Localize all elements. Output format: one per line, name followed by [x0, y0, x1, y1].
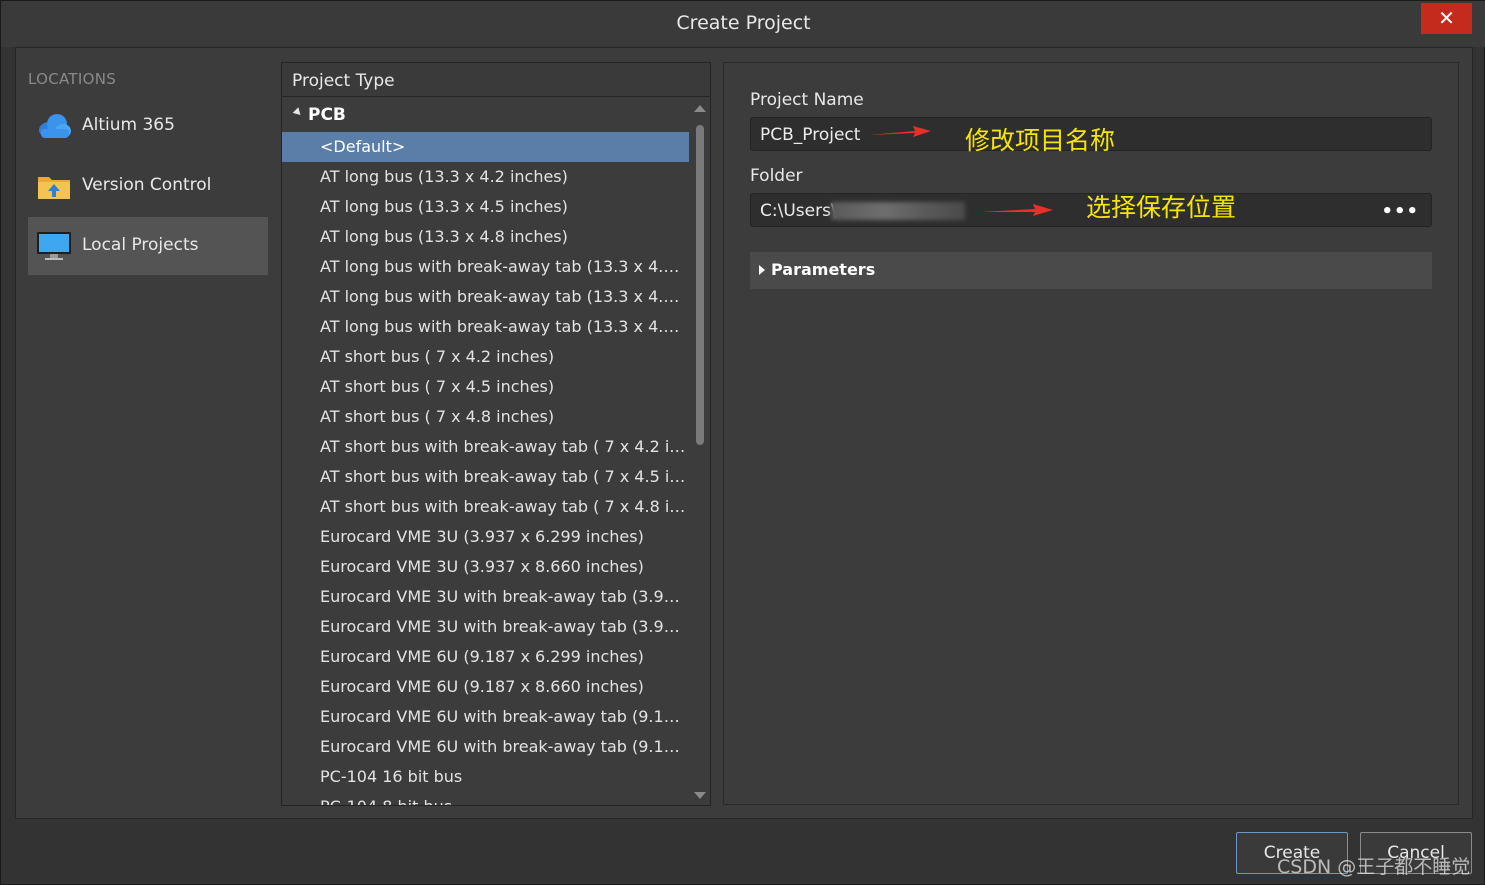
- project-type-item[interactable]: AT short bus with break-away tab ( 7 x 4…: [282, 492, 689, 522]
- project-type-item[interactable]: Eurocard VME 3U with break-away tab (3.9…: [282, 612, 689, 642]
- folder-label: Folder: [750, 166, 803, 186]
- scroll-up-icon[interactable]: [694, 105, 706, 112]
- annotation-rename-note: 修改项目名称: [965, 126, 1116, 155]
- locations-heading: LOCATIONS: [28, 70, 117, 88]
- location-version-control[interactable]: Version Control: [28, 157, 268, 215]
- project-type-item-label: Eurocard VME 3U with break-away tab (3.9…: [320, 587, 688, 606]
- annotation-arrow-icon: [869, 126, 931, 137]
- project-type-item-label: AT short bus with break-away tab ( 7 x 4…: [320, 467, 688, 486]
- project-type-item-label: AT long bus with break-away tab (13.3 x …: [320, 317, 688, 336]
- project-type-item-label: AT long bus (13.3 x 4.2 inches): [320, 167, 568, 186]
- project-type-item[interactable]: AT long bus with break-away tab (13.3 x …: [282, 252, 689, 282]
- project-type-item-label: AT short bus ( 7 x 4.8 inches): [320, 407, 555, 426]
- project-type-list: PCB <Default> AT long bus (13.3 x 4.2 inc…: [282, 99, 690, 805]
- project-type-item[interactable]: AT long bus with break-away tab (13.3 x …: [282, 282, 689, 312]
- project-type-item-label: Eurocard VME 6U with break-away tab (9.1…: [320, 707, 688, 726]
- project-type-item-label: <Default>: [320, 137, 406, 156]
- project-type-item[interactable]: Eurocard VME 6U with break-away tab (9.1…: [282, 732, 689, 762]
- project-type-item-label: AT short bus ( 7 x 4.5 inches): [320, 377, 555, 396]
- location-label: Altium 365: [82, 115, 175, 135]
- location-altium-365[interactable]: Altium 365: [28, 97, 268, 155]
- parameters-section-header[interactable]: Parameters: [750, 252, 1432, 289]
- dialog-title: Create Project: [676, 12, 811, 34]
- expand-triangle-icon[interactable]: [292, 107, 304, 118]
- annotation-arrow-icon: [981, 204, 1053, 216]
- project-type-panel: Project Type PCB <Default> AT long bus (1…: [281, 62, 711, 806]
- project-type-item[interactable]: AT short bus ( 7 x 4.8 inches): [282, 402, 689, 432]
- scroll-thumb[interactable]: [696, 125, 704, 445]
- project-type-item[interactable]: <Default>: [282, 132, 689, 162]
- project-type-item-label: AT long bus (13.3 x 4.8 inches): [320, 227, 568, 246]
- parameters-label: Parameters: [771, 260, 876, 279]
- project-type-item[interactable]: AT short bus with break-away tab ( 7 x 4…: [282, 462, 689, 492]
- project-type-item[interactable]: PC-104 8 bit bus: [282, 792, 689, 805]
- project-type-item[interactable]: Eurocard VME 3U with break-away tab (3.9…: [282, 582, 689, 612]
- project-type-item-label: Eurocard VME 6U (9.187 x 6.299 inches): [320, 647, 644, 666]
- expand-arrow-icon: [759, 265, 765, 275]
- project-type-item[interactable]: AT long bus with break-away tab (13.3 x …: [282, 312, 689, 342]
- tree-group-pcb[interactable]: PCB: [282, 99, 690, 131]
- title-bar: Create Project ✕: [1, 1, 1485, 47]
- project-type-item[interactable]: Eurocard VME 6U (9.187 x 8.660 inches): [282, 672, 689, 702]
- project-type-item-label: AT short bus ( 7 x 4.2 inches): [320, 347, 555, 366]
- project-type-item[interactable]: PC-104 16 bit bus: [282, 762, 689, 792]
- project-type-item-label: PC-104 16 bit bus: [320, 767, 463, 786]
- project-type-item-label: AT long bus with break-away tab (13.3 x …: [320, 287, 688, 306]
- project-type-item[interactable]: AT short bus ( 7 x 4.5 inches): [282, 372, 689, 402]
- project-type-item-label: AT long bus with break-away tab (13.3 x …: [320, 257, 688, 276]
- annotation-location-note: 选择保存位置: [1086, 193, 1237, 222]
- project-type-item[interactable]: Eurocard VME 6U (9.187 x 6.299 inches): [282, 642, 689, 672]
- project-type-item[interactable]: Eurocard VME 6U with break-away tab (9.1…: [282, 702, 689, 732]
- project-type-item-label: Eurocard VME 3U (3.937 x 8.660 inches): [320, 557, 644, 576]
- browse-folder-button[interactable]: •••: [1381, 201, 1419, 222]
- project-type-item-label: AT long bus (13.3 x 4.5 inches): [320, 197, 568, 216]
- project-type-item[interactable]: AT short bus with break-away tab ( 7 x 4…: [282, 432, 689, 462]
- folder-value: C:\Users\: [760, 201, 837, 221]
- project-type-item-label: PC-104 8 bit bus: [320, 797, 688, 805]
- location-label: Version Control: [82, 175, 212, 195]
- redaction-blur: [831, 202, 965, 220]
- scroll-down-icon[interactable]: [694, 792, 706, 799]
- project-type-item[interactable]: AT short bus ( 7 x 4.2 inches): [282, 342, 689, 372]
- project-type-item[interactable]: Eurocard VME 3U (3.937 x 8.660 inches): [282, 552, 689, 582]
- project-type-header: Project Type: [282, 63, 710, 97]
- vertical-scrollbar[interactable]: [692, 99, 710, 805]
- project-type-item-label: Eurocard VME 6U (9.187 x 8.660 inches): [320, 677, 644, 696]
- folder-upload-icon: [38, 177, 70, 199]
- monitor-icon: [37, 232, 71, 260]
- close-button[interactable]: ✕: [1421, 3, 1472, 34]
- location-label: Local Projects: [82, 235, 199, 255]
- project-name-label: Project Name: [750, 90, 864, 110]
- project-type-heading: Project Type: [292, 71, 395, 91]
- project-type-item-label: Eurocard VME 6U with break-away tab (9.1…: [320, 737, 688, 756]
- project-name-value: PCB_Project: [760, 125, 861, 145]
- create-project-dialog: Create Project ✕ LOCATIONS Altium 365 Ve…: [0, 0, 1485, 885]
- project-type-item[interactable]: AT long bus (13.3 x 4.5 inches): [282, 192, 689, 222]
- project-type-item[interactable]: Eurocard VME 3U (3.937 x 6.299 inches): [282, 522, 689, 552]
- project-type-item-label: AT short bus with break-away tab ( 7 x 4…: [320, 437, 688, 456]
- project-type-item-label: AT short bus with break-away tab ( 7 x 4…: [320, 497, 688, 516]
- watermark: CSDN @王子都不睡觉: [1277, 856, 1471, 878]
- project-type-item[interactable]: AT long bus (13.3 x 4.8 inches): [282, 222, 689, 252]
- project-details-panel: [723, 62, 1459, 805]
- group-label: PCB: [308, 105, 346, 125]
- cloud-icon: [39, 114, 71, 138]
- project-type-item[interactable]: AT long bus (13.3 x 4.2 inches): [282, 162, 689, 192]
- project-type-item-label: Eurocard VME 3U (3.937 x 6.299 inches): [320, 527, 644, 546]
- project-type-item-label: Eurocard VME 3U with break-away tab (3.9…: [320, 617, 688, 636]
- location-local-projects[interactable]: Local Projects: [28, 217, 268, 275]
